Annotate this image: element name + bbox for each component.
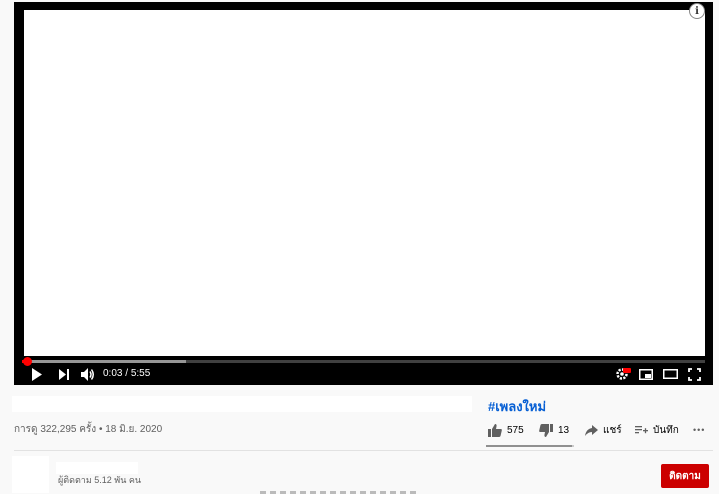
title-placeholder: [12, 396, 472, 412]
video-player[interactable]: i 0:03 / 5:55: [14, 2, 713, 385]
settings-button[interactable]: [615, 367, 631, 381]
thumbs-up-icon: [488, 423, 502, 437]
volume-button[interactable]: [80, 367, 96, 381]
play-button[interactable]: [30, 367, 44, 381]
gear-icon: [616, 368, 631, 380]
share-button[interactable]: แชร์: [585, 420, 622, 440]
like-button[interactable]: 575: [488, 420, 524, 440]
time-separator: /: [125, 368, 129, 379]
like-count: 575: [507, 424, 524, 436]
volume-icon: [80, 367, 94, 381]
current-time: 0:03: [103, 368, 123, 379]
playlist-add-icon: [635, 426, 648, 434]
video-frame[interactable]: [24, 10, 705, 356]
subscribe-button[interactable]: ติดตาม: [661, 464, 709, 488]
miniplayer-button[interactable]: [638, 367, 654, 381]
sentiment-like-fill: [486, 445, 573, 447]
dislike-count: 13: [558, 424, 570, 436]
save-label: บันทึก: [653, 424, 679, 436]
more-icon: •••: [693, 425, 706, 435]
next-button[interactable]: [57, 367, 71, 381]
view-count-date: การดู 322,295 ครั้ง • 18 มิ.ย. 2020: [14, 424, 163, 435]
theater-mode-button[interactable]: [662, 367, 678, 381]
next-icon: [59, 368, 69, 380]
fullscreen-button[interactable]: [686, 367, 702, 381]
sentiment-bar: [486, 445, 574, 447]
time-display: 0:03 / 5:55: [103, 367, 150, 381]
save-button[interactable]: บันทึก: [635, 420, 679, 440]
channel-avatar[interactable]: [12, 456, 49, 493]
subscriber-count: ผู้ติดตาม 5.12 พัน คน: [58, 475, 142, 485]
info-icon[interactable]: i: [689, 3, 705, 19]
share-icon: [585, 424, 598, 436]
play-icon: [32, 367, 42, 381]
dislike-button[interactable]: 13: [539, 420, 569, 440]
share-label: แชร์: [603, 424, 622, 436]
more-actions-button[interactable]: •••: [693, 420, 705, 440]
channel-name-placeholder[interactable]: [56, 462, 138, 474]
fullscreen-icon: [687, 367, 701, 381]
theater-icon: [662, 369, 678, 379]
duration: 5:55: [130, 368, 151, 379]
divider: [14, 450, 713, 451]
miniplayer-icon: [639, 368, 653, 380]
thumbs-down-icon: [539, 423, 553, 437]
video-title-link[interactable]: #เพลงใหม่: [488, 399, 546, 415]
player-controls: 0:03 / 5:55: [14, 363, 713, 385]
